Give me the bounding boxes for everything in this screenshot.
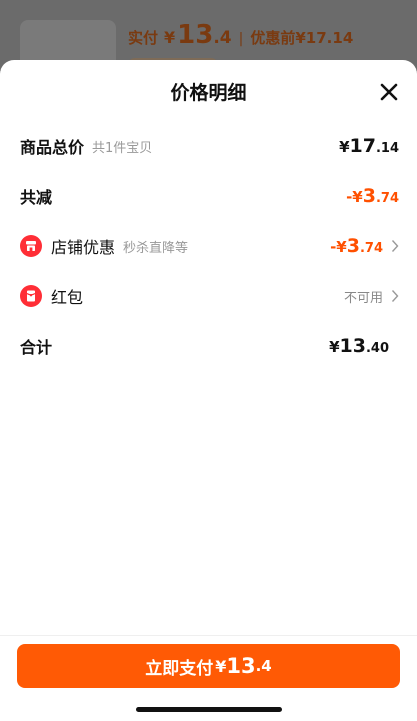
pay-now-label: 立即支付 <box>145 658 214 679</box>
goods-count: 共1件宝贝 <box>92 140 153 156</box>
red-packet-icon <box>20 285 42 307</box>
sum-row: 合计 ¥13.40 <box>20 331 399 361</box>
price-detail-sheet: 价格明细 商品总价 共1件宝贝 ¥17.14 共减 -¥3.74 店铺优惠 秒杀… <box>0 60 417 720</box>
original-price: ¥17.14 <box>295 29 354 47</box>
paid-decimal: .4 <box>213 28 232 48</box>
shop-discount-label: 店铺优惠 <box>51 238 116 257</box>
total-discount-label: 共减 <box>20 188 53 207</box>
shop-discount-sub: 秒杀直降等 <box>123 240 189 256</box>
price-separator: | <box>238 31 244 47</box>
original-label: 优惠前 <box>250 29 296 47</box>
paid-label: 实付 <box>128 29 159 47</box>
home-indicator <box>136 707 282 712</box>
pay-integer: 13 <box>226 654 256 678</box>
red-packet-label: 红包 <box>51 288 84 307</box>
goods-total-label: 商品总价 <box>20 138 85 157</box>
paid-integer: 13 <box>177 20 214 50</box>
shop-discount-price: -¥3.74 <box>330 235 383 257</box>
sum-label: 合计 <box>20 338 53 357</box>
pay-now-button[interactable]: 立即支付 ¥ 13 .4 <box>17 644 400 688</box>
footer: 立即支付 ¥ 13 .4 <box>0 635 417 721</box>
close-icon[interactable] <box>379 82 399 102</box>
goods-total-price: ¥17.14 <box>339 135 399 157</box>
red-packet-status: 不可用 <box>343 290 383 306</box>
shop-discount-row[interactable]: 店铺优惠 秒杀直降等 -¥3.74 <box>20 231 399 261</box>
chevron-right-icon <box>391 290 399 302</box>
total-discount-price: -¥3.74 <box>346 185 399 207</box>
shop-icon <box>20 235 42 257</box>
goods-total-row: 商品总价 共1件宝贝 ¥17.14 <box>20 131 399 161</box>
total-discount-row: 共减 -¥3.74 <box>20 181 399 211</box>
background-price-summary: 实付 ¥ 13 .4 | 优惠前 ¥17.14 <box>128 20 353 50</box>
pay-currency: ¥ <box>215 656 227 676</box>
sheet-title: 价格明细 <box>170 82 247 104</box>
sum-price: ¥13.40 <box>329 335 389 357</box>
paid-currency: ¥ <box>164 28 176 47</box>
red-packet-row[interactable]: 红包 不可用 <box>20 281 399 311</box>
chevron-right-icon <box>391 240 399 252</box>
pay-decimal: .4 <box>255 657 272 675</box>
